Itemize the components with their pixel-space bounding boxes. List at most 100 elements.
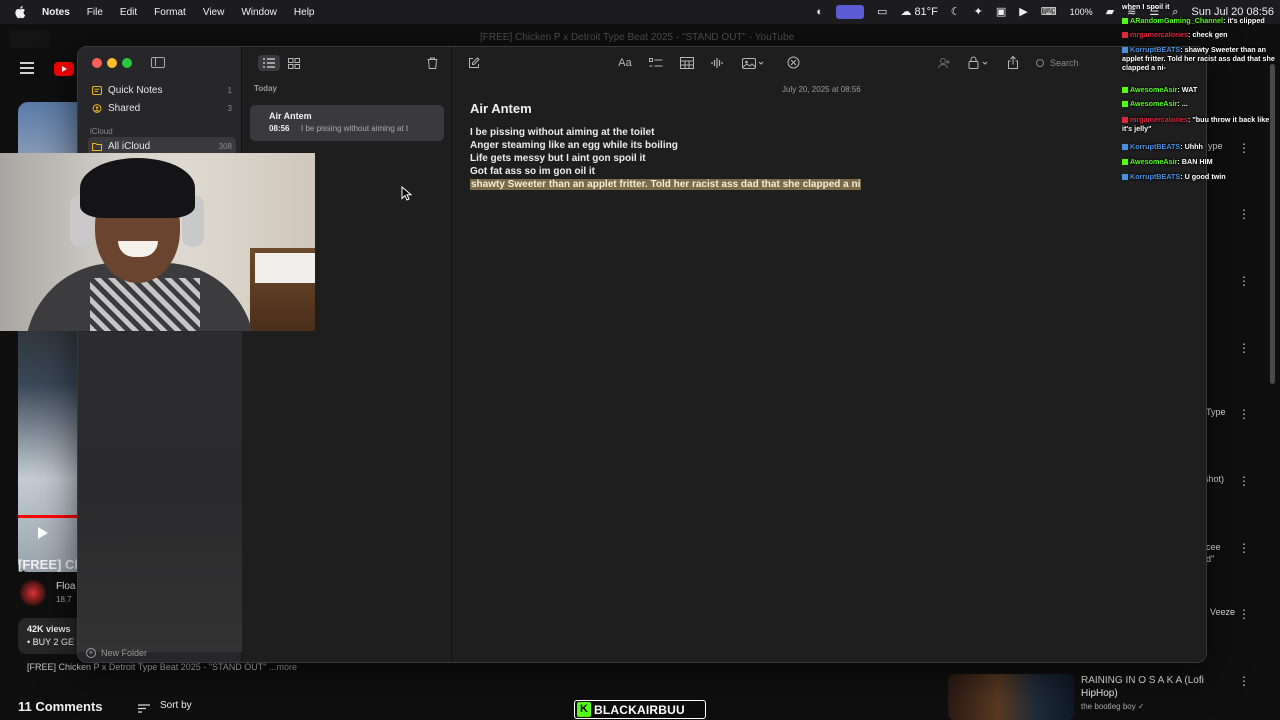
checklist-icon[interactable]: [649, 58, 663, 69]
chat-badge-icon: [1122, 87, 1128, 94]
more-options-icon[interactable]: ⋮: [1238, 607, 1250, 621]
menu-app-notes[interactable]: Notes: [42, 7, 70, 18]
note-body-line[interactable]: Got fat ass so im gon oil it: [470, 166, 595, 177]
more-options-icon[interactable]: ⋮: [1238, 207, 1250, 221]
list-view-button[interactable]: [258, 55, 280, 71]
new-folder-button[interactable]: + New Folder: [86, 648, 147, 658]
gift-icon[interactable]: ✦: [974, 0, 983, 24]
search-icon: [1036, 59, 1044, 67]
note-list-item-selected[interactable]: Air Antem 08:56 I be pissing without aim…: [250, 105, 444, 141]
folder-count: 3: [227, 103, 232, 113]
search-placeholder: Search: [1050, 58, 1079, 68]
airplay-icon[interactable]: ▣: [996, 0, 1006, 24]
webcam-bonnet: [80, 158, 195, 218]
more-options-icon[interactable]: ⋮: [1238, 274, 1250, 288]
list-view-icon: [263, 58, 275, 68]
chat-username: KorruptBEATS: [1130, 172, 1181, 181]
chat-text: when I spoil it: [1122, 2, 1170, 11]
browser-traffic-lights: [10, 30, 50, 48]
compose-icon[interactable]: [468, 57, 480, 69]
chat-message: AwesomeAsir: WAT: [1122, 85, 1278, 94]
chat-text: : Uhhh: [1180, 142, 1203, 151]
youtube-menu-icon[interactable]: [20, 62, 34, 74]
note-editor[interactable]: Aa Search July 20, 2025 at 08:56 Air Ant…: [452, 47, 1206, 662]
window-close-button[interactable]: [92, 58, 102, 68]
suggestion-title-fragment[interactable]: shot): [1204, 474, 1224, 484]
webcam-hoodie-print: [90, 278, 200, 331]
note-title[interactable]: Air Antem: [470, 101, 532, 116]
note-body-line[interactable]: Life gets messy but I aint gon spoil it: [470, 153, 646, 164]
suggestion-title-fragment[interactable]: Veeze: [1210, 607, 1235, 617]
more-link[interactable]: ...more: [269, 662, 297, 672]
gallery-view-icon[interactable]: [288, 58, 300, 69]
menu-edit[interactable]: Edit: [120, 7, 137, 18]
weather-icon[interactable]: ☁: [900, 0, 911, 24]
lock-icon[interactable]: [968, 56, 990, 69]
audio-waveform-icon[interactable]: [711, 57, 723, 69]
menu-help[interactable]: Help: [294, 7, 315, 18]
menu-view[interactable]: View: [203, 7, 225, 18]
menu-file[interactable]: File: [87, 7, 103, 18]
weather-temperature[interactable]: 81°F: [914, 0, 937, 24]
channel-avatar[interactable]: [20, 580, 46, 606]
shared-icon: [92, 103, 102, 113]
more-options-icon[interactable]: ⋮: [1238, 341, 1250, 355]
recommended-video-thumbnail[interactable]: [948, 674, 1074, 720]
now-playing-icon[interactable]: ▶: [1019, 0, 1027, 24]
trash-icon[interactable]: [427, 57, 438, 69]
display-icon[interactable]: ▭: [877, 0, 887, 24]
video-title: [FREE] Cl: [18, 557, 78, 572]
chat-badge-icon: [1122, 47, 1128, 54]
chat-badge-icon: [1122, 144, 1128, 151]
screen-share-icon[interactable]: ◐: [816, 0, 823, 24]
battery-percent[interactable]: 100%: [1070, 0, 1093, 24]
chat-message: AwesomeAsir: BAN HIM: [1122, 157, 1278, 166]
new-folder-label: New Folder: [101, 648, 148, 658]
youtube-logo-icon[interactable]: [54, 62, 74, 76]
note-body-line-selected[interactable]: shawty Sweeter than an applet fritter. T…: [470, 179, 862, 190]
video-progress-bar[interactable]: [18, 515, 78, 518]
apple-menu-icon[interactable]: [14, 5, 28, 19]
table-icon[interactable]: [680, 57, 694, 69]
description-text: [FREE] Chicken P x Detroit Type Beat 202…: [27, 662, 297, 672]
more-options-icon[interactable]: ⋮: [1238, 407, 1250, 421]
battery-icon[interactable]: ▰: [1106, 0, 1114, 24]
note-item-time: 08:56: [269, 124, 290, 133]
sidebar-toggle-icon[interactable]: [151, 57, 165, 68]
focus-moon-icon[interactable]: ☾: [951, 0, 961, 24]
sort-by-button[interactable]: Sort by: [160, 700, 192, 711]
more-options-icon[interactable]: ⋮: [1238, 541, 1250, 555]
collaborate-icon[interactable]: [787, 56, 800, 69]
comments-count: 11 Comments: [18, 699, 103, 714]
recommended-video-channel[interactable]: the bootleg boy ✓: [1081, 702, 1145, 711]
channel-name[interactable]: Floa: [56, 581, 75, 592]
window-minimize-button[interactable]: [107, 58, 117, 68]
chat-username: AwesomeAsir: [1130, 99, 1178, 108]
window-zoom-button[interactable]: [122, 58, 132, 68]
folder-quick-notes[interactable]: Quick Notes 1: [88, 81, 236, 99]
more-options-icon[interactable]: ⋮: [1238, 474, 1250, 488]
chat-message: mrgamercalories: "buu throw it back like…: [1122, 115, 1278, 133]
suggestion-title-fragment[interactable]: Type: [1206, 407, 1226, 417]
keyboard-icon[interactable]: ⌨: [1041, 0, 1057, 24]
media-icon[interactable]: [742, 57, 764, 69]
watermark-text: BLACKAIRBUU: [594, 702, 685, 717]
sort-icon[interactable]: [138, 704, 150, 713]
note-body-line[interactable]: Anger steaming like an egg while its boi…: [470, 140, 678, 151]
menu-window[interactable]: Window: [241, 7, 277, 18]
search-input[interactable]: Search: [1032, 55, 1132, 72]
note-body-line[interactable]: I be pissing without aiming at the toile…: [470, 127, 654, 138]
menu-format[interactable]: Format: [154, 7, 186, 18]
share-people-icon[interactable]: [938, 57, 952, 69]
suggestion-title-fragment[interactable]: d": [1206, 554, 1214, 564]
recommended-video-title[interactable]: RAINING IN O S A K A (Lofi HipHop): [1081, 674, 1231, 700]
text-format-icon[interactable]: Aa: [616, 55, 634, 71]
page-scrollbar[interactable]: [1270, 64, 1275, 384]
suggestion-title-fragment[interactable]: cee: [1206, 542, 1221, 552]
chat-message: ARandomGaming_Channel: it's clipped: [1122, 16, 1278, 25]
more-options-icon[interactable]: ⋮: [1238, 674, 1250, 688]
screen-recording-icon[interactable]: [836, 5, 865, 19]
play-icon[interactable]: [38, 527, 48, 539]
folder-shared[interactable]: Shared 3: [88, 99, 236, 117]
share-icon[interactable]: [1007, 56, 1019, 69]
